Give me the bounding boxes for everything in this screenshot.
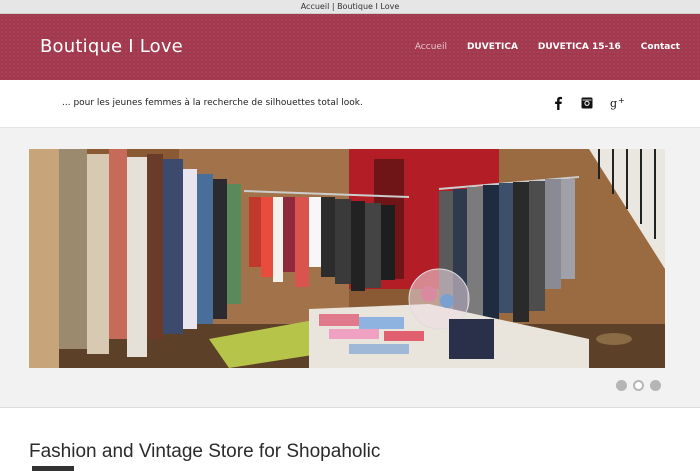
googleplus-icon[interactable]: g + bbox=[609, 94, 627, 112]
site-brand[interactable]: Boutique I Love bbox=[40, 36, 183, 57]
slider-dot-2[interactable] bbox=[633, 380, 644, 391]
page-title: Fashion and Vintage Store for Shopaholic bbox=[29, 441, 381, 462]
site-header: Boutique I Love Accueil DUVETICA DUVETIC… bbox=[0, 14, 700, 80]
instagram-icon[interactable] bbox=[580, 94, 594, 112]
slider-dot-3[interactable] bbox=[650, 380, 661, 391]
nav-item-duvetica[interactable]: DUVETICA bbox=[467, 42, 518, 52]
window-title: Accueil | Boutique I Love bbox=[0, 0, 700, 14]
hero-slider bbox=[0, 128, 700, 408]
nav-item-contact[interactable]: Contact bbox=[641, 42, 680, 52]
nav-item-accueil[interactable]: Accueil bbox=[415, 42, 447, 52]
svg-text:+: + bbox=[618, 96, 625, 105]
slider-dots bbox=[616, 380, 667, 391]
boutique-interior-photo[interactable] bbox=[29, 149, 665, 368]
slider-dot-1[interactable] bbox=[616, 380, 627, 391]
main-nav: Accueil DUVETICA DUVETICA 15-16 Contact bbox=[415, 42, 700, 52]
facebook-icon[interactable] bbox=[551, 94, 565, 112]
title-underline bbox=[32, 466, 74, 471]
svg-text:g: g bbox=[610, 97, 617, 110]
nav-item-duvetica-15-16[interactable]: DUVETICA 15-16 bbox=[538, 42, 621, 52]
tagline-text: ... pour les jeunes femmes à la recherch… bbox=[62, 98, 363, 108]
tagline-bar: ... pour les jeunes femmes à la recherch… bbox=[0, 80, 700, 128]
